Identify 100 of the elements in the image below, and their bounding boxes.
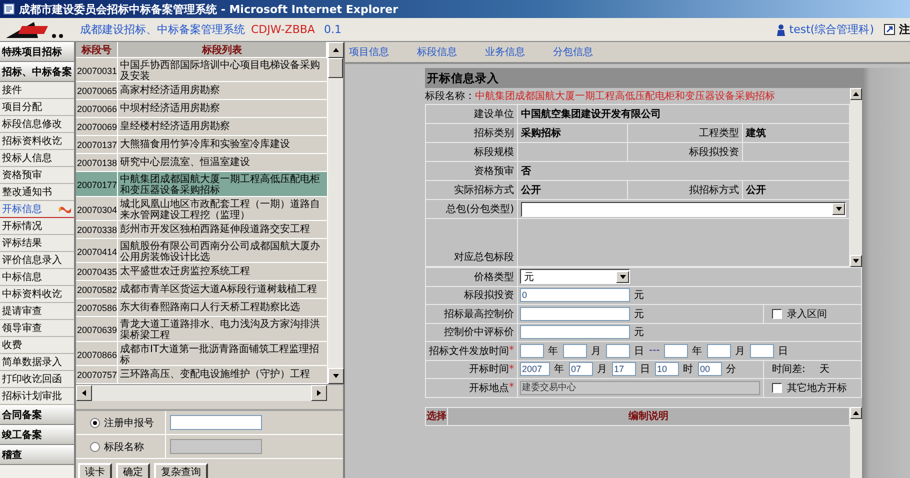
segment-row[interactable]: 20070757 三环路高压、变配电设施维护（守护）工程 xyxy=(76,366,327,384)
scroll-down-button[interactable] xyxy=(850,255,862,267)
segment-number: 20070866 xyxy=(77,350,118,360)
sidebar-section[interactable]: 特殊项目招标 xyxy=(0,42,74,62)
scroll-up-button[interactable] xyxy=(850,88,862,100)
sidebar-section[interactable]: 合同备案 xyxy=(0,405,74,425)
sidebar-item[interactable]: 项目分配 xyxy=(0,99,74,116)
field-label: 实际招标方式 xyxy=(454,184,514,197)
date-part-field[interactable]: 2007 xyxy=(520,362,550,376)
field-label: 开标地点 xyxy=(469,382,509,395)
date-part-field[interactable]: 10 xyxy=(655,362,679,376)
scroll-up-button[interactable] xyxy=(328,42,344,58)
field-label: 拟招标方式 xyxy=(689,184,739,197)
segment-number: 20070031 xyxy=(77,66,118,76)
date-part-field[interactable]: 00 xyxy=(698,362,722,376)
segment-name: 彭州市开发区独柏西路延伸段道路交安工程 xyxy=(120,224,310,236)
sidebar-item[interactable]: 中标资料收讫 xyxy=(0,286,74,303)
segment-row[interactable]: 20070338 彭州市开发区独柏西路延伸段道路交安工程 xyxy=(76,221,327,240)
amount-field[interactable]: 0 xyxy=(520,288,630,302)
checkbox[interactable] xyxy=(772,308,782,319)
sidebar-item[interactable]: 收费 xyxy=(0,337,74,354)
segment-row[interactable]: 20070066 中坝村经济适用房勘察 xyxy=(76,100,327,118)
amount-field[interactable] xyxy=(520,325,630,340)
sidebar-item[interactable]: 提请审查 xyxy=(0,303,74,320)
date-part-field[interactable] xyxy=(563,344,587,358)
date-part-field[interactable]: 07 xyxy=(569,362,593,376)
logout-link[interactable]: 注 xyxy=(899,22,910,37)
sidebar-item[interactable]: 开标情况 xyxy=(0,218,74,235)
tab-link[interactable]: 项目信息 xyxy=(349,45,389,59)
date-part-field[interactable]: 17 xyxy=(612,362,636,376)
scroll-thumb[interactable] xyxy=(328,58,343,78)
segment-row[interactable]: 20070069 皇经楼村经济适用房勘察 xyxy=(76,118,327,136)
vertical-scrollbar[interactable] xyxy=(327,42,343,384)
scroll-up-button[interactable] xyxy=(850,406,862,418)
field-label: 总包(分包类型) xyxy=(446,202,514,216)
field-label: 标段拟投资 xyxy=(464,288,514,302)
window-title: 成都市建设委员会招标中标备案管理系统 - Microsoft Internet Explorer xyxy=(19,2,398,16)
scroll-left-button[interactable] xyxy=(76,385,92,401)
sidebar-item[interactable]: 领导审查 xyxy=(0,320,74,337)
sidebar-item[interactable]: 资格预审 xyxy=(0,167,74,184)
date-part-field[interactable] xyxy=(520,344,544,358)
vertical-scrollbar[interactable] xyxy=(850,88,862,267)
sidebar-item[interactable]: 招标计划审批 xyxy=(0,388,74,405)
user-link[interactable]: test(综合管理科) xyxy=(789,22,874,37)
required-mark: * xyxy=(509,382,514,394)
sidebar-item[interactable]: 招标资料收讫 xyxy=(0,133,74,150)
tab-link[interactable]: 分包信息 xyxy=(553,45,593,59)
sidebar-item[interactable]: 投标人信息 xyxy=(0,150,74,167)
date-part-field[interactable] xyxy=(606,344,630,358)
checkbox-label: 录入区间 xyxy=(787,308,827,321)
sidebar-section[interactable]: 稽查 xyxy=(0,445,74,465)
scroll-right-button[interactable] xyxy=(311,385,327,401)
sidebar-item[interactable]: 中标信息 xyxy=(0,269,74,286)
segment-row[interactable]: 20070065 高家村经济适用房勘察 xyxy=(76,82,327,100)
dropdown[interactable]: 元 xyxy=(520,269,630,284)
tab-link[interactable]: 标段信息 xyxy=(417,45,457,59)
segment-row[interactable]: 20070586 东大街春熙路南口人行天桥工程勘察比选 xyxy=(76,299,327,318)
horizontal-scrollbar[interactable] xyxy=(76,385,327,401)
sidebar-item[interactable]: 接件 xyxy=(0,82,74,99)
sidebar-item[interactable]: 简单数据录入 xyxy=(0,354,74,371)
segment-number: 20070066 xyxy=(77,104,118,114)
amount-field[interactable] xyxy=(520,306,630,321)
date-part-field[interactable] xyxy=(664,344,688,358)
sidebar-item[interactable]: 开标信息 xyxy=(0,201,74,218)
sidebar-item[interactable]: 评标结果 xyxy=(0,235,74,252)
sidebar-item[interactable]: 打印收讫回函 xyxy=(0,371,74,388)
sidebar-section[interactable]: 招标、中标备案 xyxy=(0,62,74,82)
dropdown[interactable] xyxy=(521,202,846,216)
field-label: 开标时间 xyxy=(469,362,509,376)
sidebar-item[interactable]: 评价信息录入 xyxy=(0,252,74,269)
tab-link[interactable]: 业务信息 xyxy=(485,45,525,59)
action-button[interactable]: 复杂查询 xyxy=(154,463,208,478)
vertical-scrollbar[interactable] xyxy=(850,406,862,478)
action-button[interactable]: 读卡 xyxy=(78,463,112,478)
scroll-down-button[interactable] xyxy=(328,368,344,384)
radio-label: 注册申报号 xyxy=(104,416,154,430)
segment-number: 20070414 xyxy=(77,247,118,258)
date-part-field[interactable] xyxy=(706,344,731,358)
wave-icon xyxy=(58,205,72,213)
date-part-field[interactable] xyxy=(750,344,774,358)
field-label: 招标文件发放时间 xyxy=(429,344,509,358)
segment-number: 20070435 xyxy=(77,266,118,277)
segment-name: 皇经楼村经济适用房勘察 xyxy=(120,121,230,132)
exit-icon[interactable] xyxy=(884,24,895,35)
app-title: 成都建设招标、中标备案管理系统 xyxy=(80,22,245,37)
segment-name: 高家村经济适用房勘察 xyxy=(120,85,220,96)
app-version: 0.1 xyxy=(324,23,342,36)
segment-number: 20070177 xyxy=(77,180,118,190)
sidebar-item[interactable]: 整改通知书 xyxy=(0,184,74,201)
unit-label: 月 xyxy=(597,363,607,376)
unit-label: 元 xyxy=(634,326,644,340)
sidebar-section[interactable]: 竣工备案 xyxy=(0,425,74,445)
segment-row[interactable]: 20070582 成都市青羊区货运大道A标段行道树栽植工程 xyxy=(76,281,327,300)
sidebar-item[interactable]: 标段信息修改 xyxy=(0,116,74,133)
segment-row[interactable]: 20070435 太平盛世农迁房监控系统工程 xyxy=(76,263,327,282)
search-field[interactable] xyxy=(170,415,262,430)
field-value: 中国航空集团建设开发有限公司 xyxy=(521,107,661,121)
segment-row[interactable]: 20070137 大熊猫食用竹笋冷库和实验室冷库建设 xyxy=(76,136,327,154)
radio-button[interactable] xyxy=(90,418,100,428)
action-button[interactable]: 确定 xyxy=(116,463,150,478)
